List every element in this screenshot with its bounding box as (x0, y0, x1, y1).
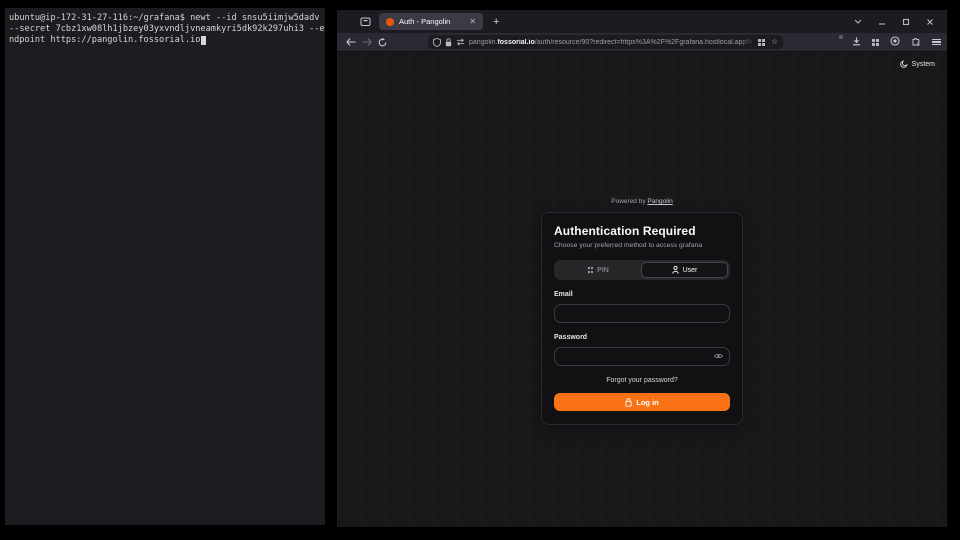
menu-hamburger-icon[interactable] (932, 39, 941, 46)
tab-close-icon[interactable]: ✕ (469, 18, 476, 26)
password-label: Password (554, 334, 730, 341)
window-controls (853, 17, 935, 27)
tab-pin[interactable]: PIN (556, 262, 641, 278)
toolbar-extensions (831, 33, 941, 51)
login-label: Log in (636, 398, 659, 407)
exchange-arrows-icon[interactable] (456, 38, 465, 46)
record-circle-icon[interactable] (890, 33, 900, 51)
minimize-button[interactable] (877, 17, 887, 27)
page-action-grid-icon[interactable] (758, 39, 765, 46)
powered-by: Powered by Pangolin (541, 198, 743, 205)
forgot-password-link[interactable]: Forgot your password? (554, 377, 730, 384)
terminal-window[interactable]: ubuntu@ip-172-31-27-116:~/grafana$ newt … (5, 8, 325, 525)
extension-grid-icon[interactable] (872, 39, 879, 46)
url-subdomain: pangolin. (469, 39, 497, 46)
auth-method-tabs: PIN User (554, 260, 730, 280)
email-field[interactable] (554, 304, 730, 323)
card-title: Authentication Required (554, 224, 730, 238)
tab-bar: Auth - Pangolin ✕ + (337, 10, 947, 33)
new-tab-button[interactable]: + (493, 16, 499, 28)
urlbar-actions: ☆ (758, 38, 778, 46)
desktop: ubuntu@ip-172-31-27-116:~/grafana$ newt … (0, 0, 960, 540)
tab-title: Auth - Pangolin (399, 17, 461, 26)
pin-keypad-icon (588, 267, 593, 274)
card-subtitle: Choose your preferred method to access g… (554, 242, 730, 249)
url-bar[interactable]: pangolin.fossorial.io/auth/resource/90?r… (428, 35, 783, 49)
email-label: Email (554, 291, 730, 298)
url-domain: fossorial.io (497, 39, 534, 46)
url-text[interactable]: pangolin.fossorial.io/auth/resource/90?r… (469, 39, 754, 46)
tab-user[interactable]: User (641, 262, 728, 278)
ublock-origin-icon[interactable] (831, 37, 841, 47)
lock-icon[interactable] (445, 38, 452, 47)
reload-button[interactable] (376, 35, 388, 49)
login-button[interactable]: Log in (554, 393, 730, 411)
close-window-button[interactable] (925, 17, 935, 27)
bookmark-star-icon[interactable]: ☆ (771, 38, 778, 46)
terminal-cursor (201, 36, 206, 45)
pangolin-link[interactable]: Pangolin (647, 198, 672, 205)
firefox-view-icon[interactable] (357, 14, 373, 30)
extensions-puzzle-icon[interactable] (911, 33, 921, 51)
list-tabs-chevron-icon[interactable] (853, 17, 863, 27)
maximize-button[interactable] (901, 17, 911, 27)
back-button[interactable] (345, 35, 357, 49)
auth-page: System Powered by Pangolin Authenticatio… (337, 52, 947, 527)
auth-card: Authentication Required Choose your pref… (541, 212, 743, 425)
navigation-bar: pangolin.fossorial.io/auth/resource/90?r… (337, 33, 947, 52)
pangolin-favicon-icon (386, 18, 394, 26)
login-lock-icon (625, 398, 632, 407)
auth-column: Powered by Pangolin Authentication Requi… (541, 198, 743, 425)
user-icon (672, 266, 679, 274)
theme-label: System (912, 61, 935, 68)
browser-tab-auth-pangolin[interactable]: Auth - Pangolin ✕ (379, 13, 483, 30)
terminal-line: ubuntu@ip-172-31-27-116:~/grafana$ newt … (9, 13, 321, 24)
theme-toggle[interactable]: System (900, 60, 935, 68)
moon-icon (900, 60, 908, 68)
url-path: /auth/resource/90?redirect=https%3A%2F%2… (535, 39, 753, 46)
show-password-eye-icon[interactable] (714, 353, 723, 359)
terminal-line: --secret 7cbz1xw08lh1jbzey03yxvndljvneam… (9, 24, 321, 35)
tab-pin-label: PIN (597, 267, 609, 274)
url-fade (740, 39, 754, 46)
forward-button[interactable] (361, 35, 373, 49)
password-field[interactable] (554, 347, 730, 366)
tab-user-label: User (683, 267, 698, 274)
shield-permissions-icon[interactable] (433, 38, 441, 47)
browser-window: Auth - Pangolin ✕ + (337, 10, 947, 527)
terminal-line: ndpoint https://pangolin.fossorial.io (9, 35, 321, 46)
downloads-icon[interactable] (852, 33, 861, 51)
